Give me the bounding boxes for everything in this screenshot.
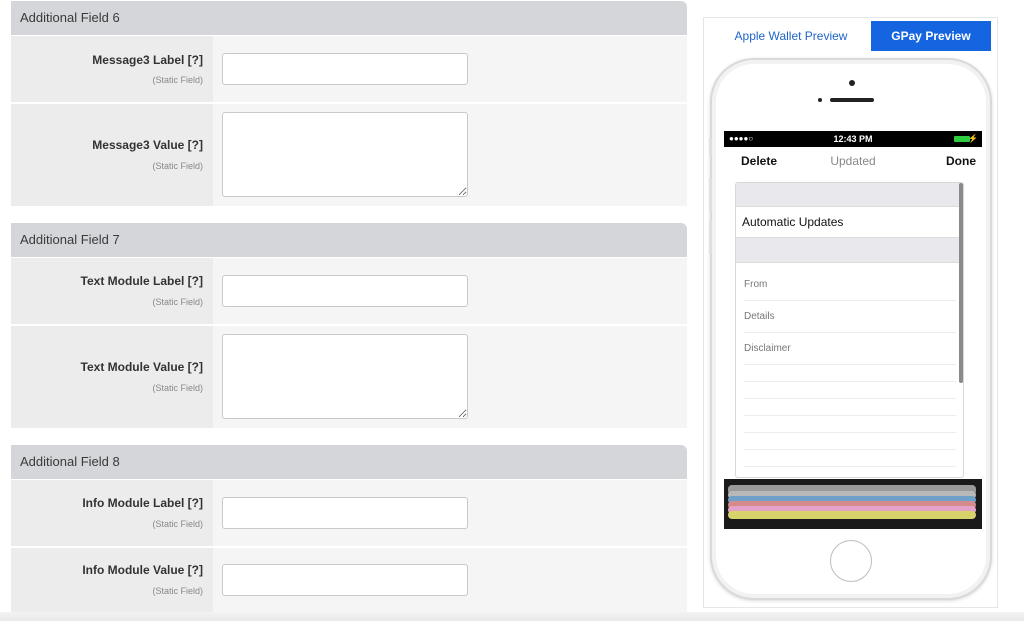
nav-title: Updated	[830, 154, 876, 168]
divider	[744, 432, 956, 433]
tab-apple-wallet-preview[interactable]: Apple Wallet Preview	[711, 21, 871, 51]
message3-label-input[interactable]	[222, 53, 468, 85]
text-module-label-input[interactable]	[222, 275, 468, 307]
charging-icon: ⚡	[968, 134, 978, 143]
back-field-from: From	[744, 269, 956, 301]
volume-down-button	[709, 220, 712, 254]
speaker-icon	[830, 98, 874, 102]
field-row-message3-value: Message3 Value [?] (Static Field)	[11, 104, 687, 206]
field-row-info-module-value: Info Module Value [?] (Static Field)	[11, 548, 687, 612]
info-module-value-input[interactable]	[222, 564, 468, 596]
message3-value-textarea[interactable]	[222, 112, 468, 197]
pass-back-area: Automatic Updates From Details Disclaime…	[724, 177, 982, 479]
field-row-message3-label: Message3 Label [?] (Static Field)	[11, 36, 687, 102]
mute-switch	[709, 138, 712, 156]
phone-screen: ●●●●○ 12:43 PM ⚡ Delete Updated Done Aut…	[724, 131, 982, 529]
field-label: Info Module Label [?]	[82, 496, 203, 510]
pass-nav-bar: Delete Updated Done	[724, 147, 982, 177]
static-field-note: (Static Field)	[152, 586, 203, 596]
automatic-updates-row[interactable]: Automatic Updates	[736, 207, 963, 237]
pass-stack	[724, 479, 982, 529]
static-field-note: (Static Field)	[152, 519, 203, 529]
volume-up-button	[709, 178, 712, 212]
page-bottom-edge	[0, 612, 1024, 621]
field-label: Text Module Label [?]	[80, 274, 203, 288]
done-button[interactable]: Done	[946, 154, 976, 168]
back-field-details: Details	[744, 301, 956, 333]
divider	[744, 466, 956, 467]
section-title: Additional Field 7	[20, 232, 120, 247]
field-row-text-module-label: Text Module Label [?] (Static Field)	[11, 258, 687, 324]
card-separator-band	[736, 237, 963, 263]
section-title: Additional Field 6	[20, 10, 120, 25]
static-field-note: (Static Field)	[152, 383, 203, 393]
static-field-note: (Static Field)	[152, 75, 203, 85]
home-button[interactable]	[830, 540, 872, 582]
preview-panel: Apple Wallet Preview GPay Preview ●●●●○ …	[703, 17, 998, 608]
section-header-additional-field-6: Additional Field 6	[11, 1, 687, 35]
section-header-additional-field-7: Additional Field 7	[11, 223, 687, 257]
divider	[744, 415, 956, 416]
divider	[744, 381, 956, 382]
scrollbar-thumb[interactable]	[959, 183, 963, 383]
camera-icon	[849, 80, 855, 86]
phone-mockup: ●●●●○ 12:43 PM ⚡ Delete Updated Done Aut…	[709, 58, 992, 600]
back-field-disclaimer: Disclaimer	[744, 333, 956, 365]
field-label: Message3 Label [?]	[92, 53, 203, 67]
card-header-band	[736, 183, 963, 207]
tab-gpay-preview[interactable]: GPay Preview	[871, 21, 991, 51]
field-label: Message3 Value [?]	[92, 138, 203, 152]
pass-back-card: Automatic Updates From Details Disclaime…	[735, 182, 964, 478]
info-module-label-input[interactable]	[222, 497, 468, 529]
field-row-text-module-value: Text Module Value [?] (Static Field)	[11, 326, 687, 428]
divider	[744, 449, 956, 450]
section-header-additional-field-8: Additional Field 8	[11, 445, 687, 479]
section-title: Additional Field 8	[20, 454, 120, 469]
static-field-note: (Static Field)	[152, 297, 203, 307]
field-row-info-module-label: Info Module Label [?] (Static Field)	[11, 480, 687, 546]
status-bar: ●●●●○ 12:43 PM ⚡	[724, 131, 982, 147]
field-label: Info Module Value [?]	[82, 563, 203, 577]
field-label: Text Module Value [?]	[80, 360, 203, 374]
sensor-icon	[818, 98, 822, 102]
stacked-pass	[728, 511, 976, 519]
static-field-note: (Static Field)	[152, 161, 203, 171]
text-module-value-textarea[interactable]	[222, 334, 468, 419]
status-time: 12:43 PM	[833, 134, 873, 144]
divider	[744, 398, 956, 399]
